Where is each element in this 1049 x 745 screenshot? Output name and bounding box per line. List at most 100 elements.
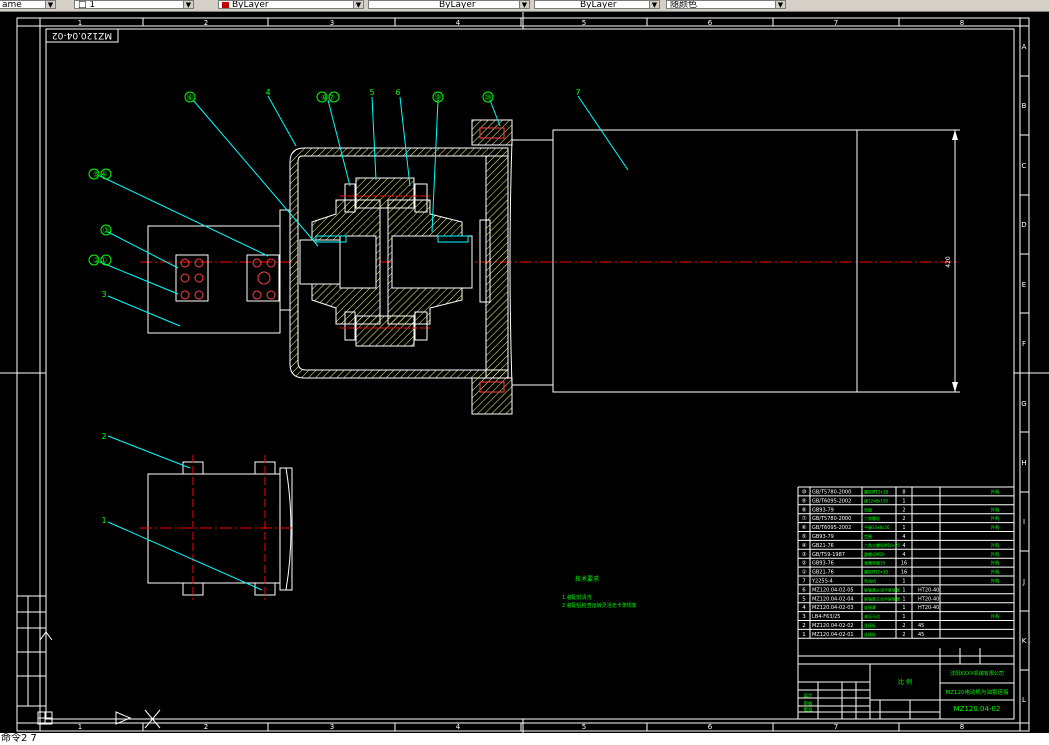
hydraulic-motor-plate <box>147 209 291 334</box>
table-cell: 外购 <box>991 569 1000 576</box>
callout-label: 1 <box>101 516 106 525</box>
table-cell: HT20-40 <box>918 587 939 593</box>
grid-row-label: G <box>1021 400 1026 408</box>
lineweight-control[interactable]: ByLayer ▼ <box>534 0 660 9</box>
table-cell: GB93-76 <box>812 561 834 567</box>
table-cell: 弹簧垫圈10 <box>864 560 886 566</box>
drawing-number-stamp: MZ120.04-02 <box>45 28 119 43</box>
grid-row-label: L <box>1022 696 1026 704</box>
chevron-down-icon[interactable]: ▼ <box>775 1 785 8</box>
table-cell: 外购 <box>991 489 1000 496</box>
callout-label: 4 <box>265 88 270 97</box>
grid-col-label: 1 <box>78 19 82 27</box>
table-cell: 外购 <box>991 542 1000 549</box>
chevron-down-icon[interactable]: ▼ <box>649 1 659 8</box>
table-cell: 连接板 <box>864 622 876 628</box>
callout-label: ⑧⑦ <box>321 93 335 102</box>
table-cell: 1 <box>902 605 905 611</box>
table-cell: 1 <box>802 632 806 638</box>
table-cell: ① <box>802 570 807 576</box>
grid-col-label: 6 <box>708 19 713 27</box>
table-cell: 16 <box>901 561 907 567</box>
table-cell: ⑥ <box>802 525 807 531</box>
callout-label: 6 <box>395 88 400 97</box>
grid-col-label: 6 <box>708 723 713 731</box>
grid-col-label: 3 <box>330 19 334 27</box>
table-cell: 外购 <box>991 506 1000 513</box>
table-cell: 外购 <box>991 551 1000 558</box>
table-cell: Y225S-4 <box>811 579 833 585</box>
grid-row-label: F <box>1022 340 1026 348</box>
grid-col-label: 1 <box>78 723 82 731</box>
callout-label: ⑤④ <box>93 170 107 179</box>
table-cell: ② <box>802 560 807 567</box>
table-cell: GB/T5780-2000 <box>812 516 851 522</box>
callout-label: ③ <box>102 226 109 235</box>
sheet-frame <box>0 12 1049 733</box>
toolbar-item-label: ByLayer <box>580 0 617 9</box>
grid-row-label: A <box>1022 43 1027 51</box>
table-cell: ③ <box>802 552 807 558</box>
table-cell: 六角螺栓 <box>864 515 880 521</box>
table-cell: 六角头螺栓M10x25 <box>864 542 900 548</box>
table-cell: 连接板 <box>864 631 876 637</box>
table-cell: 键12x8x100 <box>864 497 888 503</box>
grid-col-label: 2 <box>204 723 208 731</box>
plotstyle-control[interactable]: 随颜色 ▼ <box>666 0 786 9</box>
callout-label: ⑩ <box>484 93 491 102</box>
table-cell: ⑩ <box>802 489 807 496</box>
grid-row-label: J <box>1022 578 1025 586</box>
table-cell: 联轴器主动半联轴器 <box>864 595 900 601</box>
table-cell: 16 <box>901 570 907 576</box>
grid-row-label: C <box>1022 162 1027 170</box>
tech-req-line: 1.装配前清洗 <box>562 594 592 601</box>
table-cell: 2 <box>902 632 905 638</box>
chevron-down-icon[interactable]: ▼ <box>183 1 193 8</box>
drawing-canvas[interactable]: 1 2 3 4 5 6 7 8 1 2 3 4 5 6 7 8 A B C D … <box>0 12 1049 733</box>
grid-col-label: 7 <box>834 723 838 731</box>
table-cell: ⑨ <box>802 497 807 504</box>
layer-control[interactable]: □ 1 ▼ <box>74 0 194 9</box>
table-cell: LB4-F63/25 <box>812 614 841 620</box>
mounting-bolts-left <box>180 258 276 300</box>
callout-label: ⑥ <box>186 93 193 102</box>
table-cell: 3 <box>802 614 806 620</box>
dimension-label: 420 <box>945 256 952 268</box>
callout-label: 5 <box>369 88 374 97</box>
table-cell: 螺栓M12x18 <box>864 489 888 495</box>
linetype-control-partial[interactable]: ame ▼ <box>0 0 56 9</box>
table-cell: 8 <box>902 490 905 496</box>
table-cell: 2 <box>902 507 905 513</box>
command-text: 命令2 7 <box>1 733 37 744</box>
callout-label: ⑨ <box>434 93 441 102</box>
chevron-down-icon[interactable]: ▼ <box>519 1 529 8</box>
table-cell: GB21-76 <box>812 543 834 549</box>
toolbar-item-label: ByLayer <box>439 0 476 9</box>
grid-row-label: K <box>1022 637 1027 645</box>
table-cell: HT20-40 <box>918 596 939 602</box>
tech-req-title: 技术要求 <box>575 575 599 583</box>
tech-req-line: 2.装配后检查运转灵活无卡滞现象 <box>562 602 637 609</box>
revision-block <box>16 595 53 725</box>
table-cell: HT20-40 <box>918 605 939 611</box>
grid-col-label: 3 <box>330 723 334 731</box>
chevron-down-icon[interactable]: ▼ <box>353 1 363 8</box>
table-cell: 4 <box>902 534 905 540</box>
table-cell: 45 <box>918 632 924 638</box>
linetype-control[interactable]: ByLayer ▼ <box>368 0 530 9</box>
chevron-down-icon[interactable]: ▼ <box>45 1 55 8</box>
grid-row-label: D <box>1021 221 1026 229</box>
color-control[interactable]: ByLayer ▼ <box>218 0 364 9</box>
approver-label: 批准 <box>804 706 813 713</box>
table-cell: 螺栓M10x30 <box>864 569 888 575</box>
table-cell: MZ120.04-02-05 <box>812 587 854 593</box>
grid-row-label: H <box>1021 459 1026 467</box>
callout-label: ②① <box>93 256 107 265</box>
table-cell: 2 <box>802 623 806 629</box>
lower-view <box>140 455 295 600</box>
toolbar-item-label: ame <box>2 0 22 9</box>
command-line[interactable]: 命令2 7 <box>0 733 1049 745</box>
drawing-number-top: MZ120.04-02 <box>52 30 112 40</box>
grid-col-label: 7 <box>834 19 838 27</box>
table-cell: 外购 <box>991 578 1000 585</box>
